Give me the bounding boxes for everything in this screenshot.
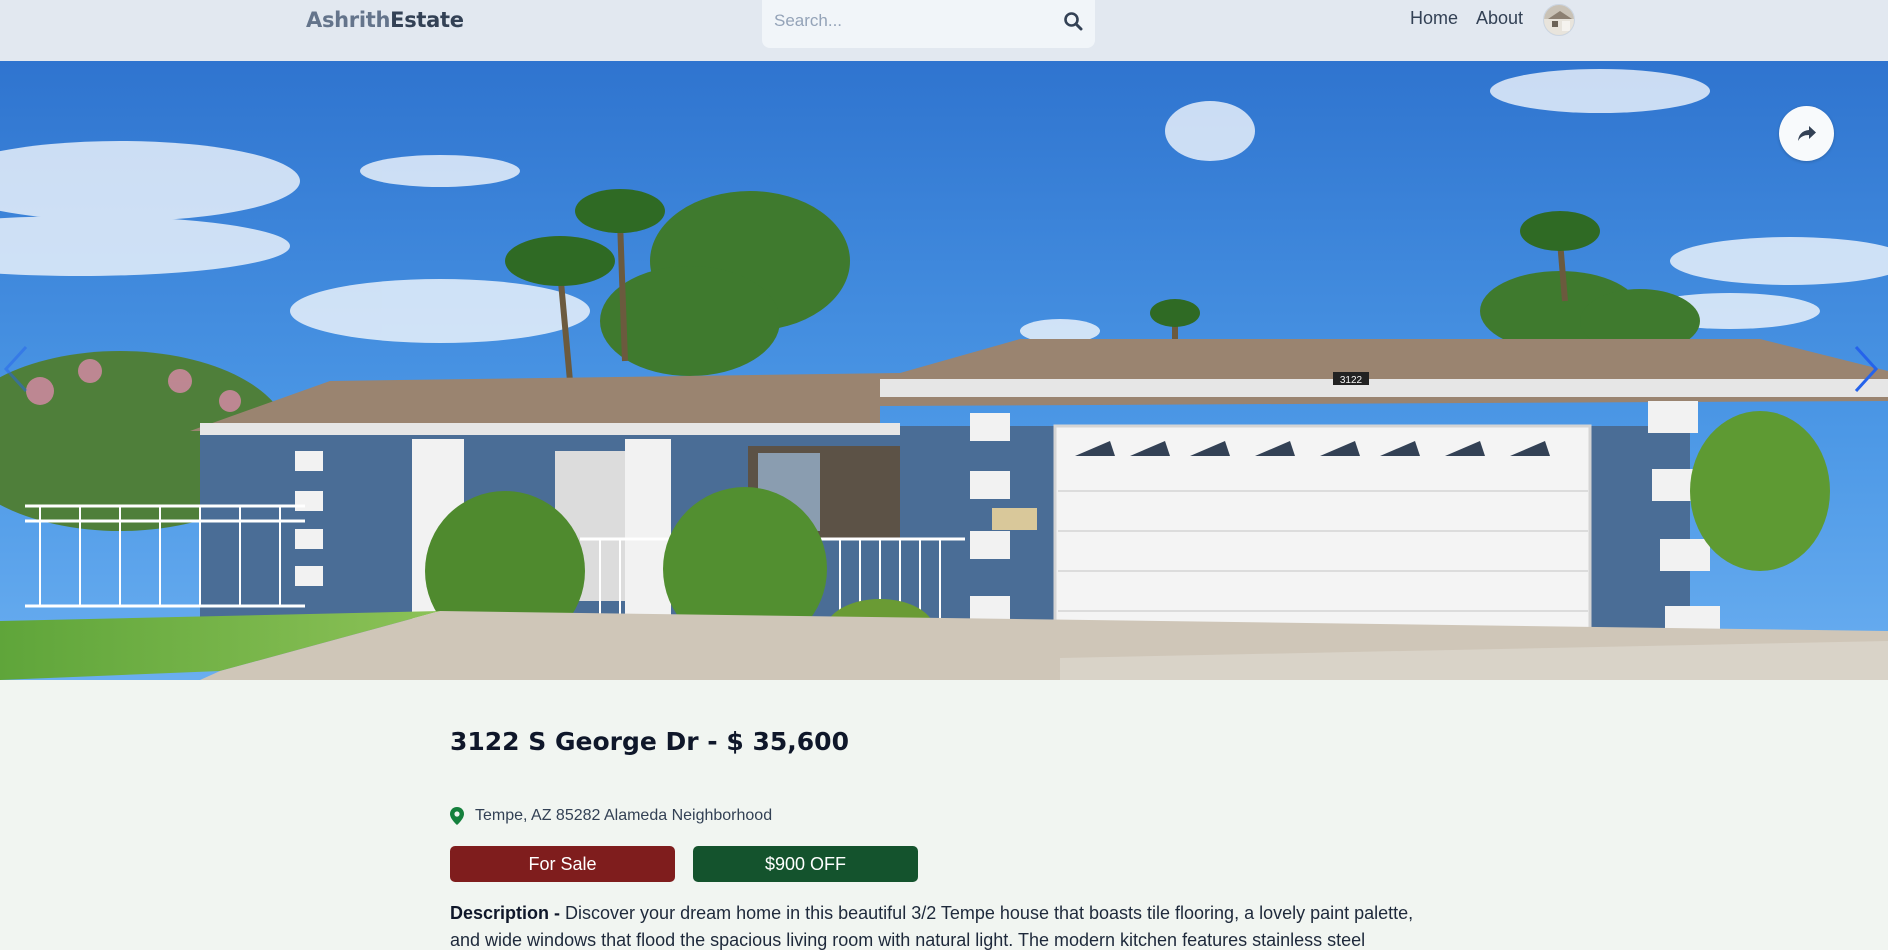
listing-title: 3122 S George Dr - $ 35,600 [450,727,849,756]
house-number-plaque: 3122 [1340,375,1363,386]
listing-description: Description - Discover your dream home i… [450,900,1430,950]
search-icon[interactable] [1063,11,1083,31]
house-photo: 3122 [0,61,1888,680]
nav-home-link[interactable]: Home [1410,8,1458,29]
logo-part-2: Estate [390,8,464,32]
discount-badge: $900 OFF [693,846,918,882]
top-header: AshrithEstate Home About [0,0,1888,61]
share-icon [1797,125,1816,141]
listing-address: Tempe, AZ 85282 Alameda Neighborhood [475,807,773,824]
search-input[interactable] [774,9,1054,33]
status-badge: For Sale [450,846,675,882]
share-button[interactable] [1779,106,1834,161]
logo-part-1: Ashrith [306,8,391,32]
description-label: Description - [450,903,561,923]
nav-about-link[interactable]: About [1476,8,1523,29]
carousel-next-arrow[interactable] [1850,341,1882,397]
site-logo[interactable]: AshrithEstate [306,8,464,32]
user-avatar[interactable] [1543,4,1575,36]
hero-image-carousel: 3122 [0,61,1888,680]
carousel-prev-arrow[interactable] [0,341,32,397]
location-pin-icon [450,807,464,825]
listing-location: Tempe, AZ 85282 Alameda Neighborhood [450,807,772,825]
search-bar [762,0,1095,48]
description-text: Discover your dream home in this beautif… [450,903,1414,950]
